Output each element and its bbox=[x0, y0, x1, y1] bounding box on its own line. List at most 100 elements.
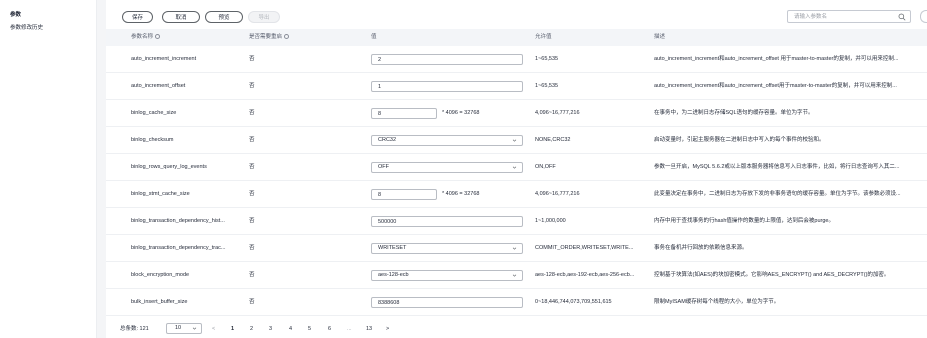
page-size-select[interactable]: 10 bbox=[166, 323, 202, 334]
table-row: binlog_transaction_dependency_hist... 否 1~… bbox=[106, 208, 927, 235]
parameter-description: 控制基于块算法(如AES)的块加密模式。它影响AES_ENCRYPT() and… bbox=[654, 272, 890, 278]
page-item-5[interactable]: 5 bbox=[308, 322, 311, 336]
refresh-button[interactable] bbox=[920, 10, 927, 23]
parameter-description: 此变量决定在事务中，二进制日志为存放下发的非事务语句的缓存容量。单位为字节。该参… bbox=[654, 191, 901, 197]
allowed-values: 4,096~16,777,216 bbox=[535, 110, 580, 116]
value-input[interactable] bbox=[371, 81, 523, 92]
page-ellipsis[interactable]: ... bbox=[347, 322, 352, 336]
table-row: auto_increment_offset 否 1~65,535 auto_incre… bbox=[106, 73, 927, 100]
parameter-name: bulk_insert_buffer_size bbox=[131, 299, 188, 305]
parameter-name: binlog_stmt_cache_size bbox=[131, 191, 190, 197]
sort-icon[interactable] bbox=[284, 33, 290, 39]
allowed-values: 1~65,535 bbox=[535, 83, 559, 89]
page-item-4[interactable]: 4 bbox=[289, 322, 292, 336]
search-input[interactable] bbox=[794, 11, 894, 22]
chevron-down-icon bbox=[192, 327, 197, 330]
column-header-allowed: 允许值 bbox=[535, 34, 552, 40]
column-header-value: 值 bbox=[371, 34, 377, 40]
cancel-button[interactable]: 取消 bbox=[162, 11, 200, 23]
restart-required: 否 bbox=[249, 272, 255, 278]
export-button[interactable]: 导出 bbox=[248, 11, 280, 23]
chevron-down-icon bbox=[512, 247, 517, 250]
preview-button[interactable]: 预览 bbox=[205, 11, 243, 23]
chevron-down-icon bbox=[512, 139, 517, 142]
save-button[interactable]: 保存 bbox=[122, 11, 153, 23]
value-unit-formula: * 4096 = 32768 bbox=[442, 191, 480, 197]
value-input[interactable] bbox=[371, 189, 437, 200]
parameter-description: 启动变量时，引起主服务器在二进制日志中写入的每个事件的校验和。 bbox=[654, 137, 825, 143]
parameter-description: 限制MyISAM缓存树每个线程的大小，单位为字节。 bbox=[654, 299, 780, 305]
table-row: binlog_transaction_dependency_trac... 否 WR… bbox=[106, 235, 927, 262]
parameter-description: auto_increment_increment和auto_increment_… bbox=[654, 83, 897, 89]
next-page-button[interactable]: > bbox=[386, 322, 389, 336]
value-unit-formula: * 4096 = 32768 bbox=[442, 110, 480, 116]
sidebar-item-parameters[interactable]: 参数 bbox=[10, 10, 21, 18]
page-item-1[interactable]: 1 bbox=[231, 322, 234, 336]
table-row: auto_increment_increment 否 1~65,535 auto_in… bbox=[106, 46, 927, 73]
sidebar: 参数 参数修改历史 bbox=[0, 0, 97, 338]
parameter-description: 在事务中，为二进制日志存储SQL语句的缓存容量。单位为字节。 bbox=[654, 110, 814, 116]
table-row: binlog_stmt_cache_size 否 * 4096 = 32768 4,0… bbox=[106, 181, 927, 208]
value-select-text: WRITESET bbox=[378, 245, 407, 251]
value-select-text: OFF bbox=[378, 164, 389, 170]
column-header-restart[interactable]: 是否需要重启 bbox=[249, 29, 290, 46]
value-select-text: CRC32 bbox=[378, 137, 397, 143]
parameter-name: binlog_transaction_dependency_hist... bbox=[131, 218, 225, 224]
value-input[interactable] bbox=[371, 54, 523, 65]
chevron-down-icon bbox=[512, 166, 517, 169]
restart-required: 否 bbox=[249, 245, 255, 251]
parameter-name: binlog_rows_query_log_events bbox=[131, 164, 207, 170]
table-row: binlog_cache_size 否 * 4096 = 32768 4,096~16… bbox=[106, 100, 927, 127]
restart-required: 否 bbox=[249, 83, 255, 89]
parameter-name: binlog_cache_size bbox=[131, 110, 177, 116]
search-icon[interactable] bbox=[898, 13, 906, 21]
table-row: block_encryption_mode 否 aes-128-ecb aes-128… bbox=[106, 262, 927, 289]
value-select[interactable]: WRITESET bbox=[371, 243, 523, 254]
restart-required: 否 bbox=[249, 164, 255, 170]
value-input[interactable] bbox=[371, 216, 523, 227]
sort-icon[interactable] bbox=[155, 33, 161, 39]
value-select[interactable]: OFF bbox=[371, 162, 523, 173]
parameter-description: 内存中用于查找事务的行hash值操作的数量的上限值，达到后会被purge。 bbox=[654, 218, 834, 224]
table-row: bulk_insert_buffer_size 否 0~18,446,744,073… bbox=[106, 289, 927, 316]
restart-required: 否 bbox=[249, 191, 255, 197]
allowed-values: COMMIT_ORDER,WRITESET,WRITE... bbox=[535, 245, 634, 251]
page-item-2[interactable]: 2 bbox=[250, 322, 253, 336]
parameter-name: auto_increment_offset bbox=[131, 83, 186, 89]
table-row: binlog_rows_query_log_events 否 OFF ON,OFF 参数… bbox=[106, 154, 927, 181]
allowed-values: ON,OFF bbox=[535, 164, 556, 170]
parameter-description: 事务在备机并行回放的依赖信息来源。 bbox=[654, 245, 748, 251]
parameter-name: auto_increment_increment bbox=[131, 56, 197, 62]
value-select[interactable]: CRC32 bbox=[371, 135, 523, 146]
parameter-name: binlog_checksum bbox=[131, 137, 174, 143]
allowed-values: 0~18,446,744,073,709,551,615 bbox=[535, 299, 612, 305]
search-box bbox=[787, 10, 911, 23]
allowed-values: aes-128-ecb,aes-192-ecb,aes-256-ecb... bbox=[535, 272, 635, 278]
pagination-total: 总条数: 121 bbox=[120, 326, 149, 332]
value-select-text: aes-128-ecb bbox=[378, 272, 409, 278]
sidebar-item-parameter-history[interactable]: 参数修改历史 bbox=[10, 23, 43, 31]
value-select[interactable]: aes-128-ecb bbox=[371, 270, 523, 281]
column-header-description: 描述 bbox=[654, 34, 666, 40]
prev-page-button[interactable]: < bbox=[212, 322, 215, 336]
allowed-values: 4,096~16,777,216 bbox=[535, 191, 580, 197]
page-item-13[interactable]: 13 bbox=[366, 322, 372, 336]
parameter-description: 参数一旦开启，MySQL 5.6.2或以上版本服务器将信息写入日志事件，比如，将… bbox=[654, 164, 900, 170]
pagination: 总条数: 121 10 < 1 2 3 4 5 6 ... 13 > bbox=[120, 322, 520, 336]
page-size-value: 10 bbox=[175, 325, 182, 331]
restart-required: 否 bbox=[249, 110, 255, 116]
restart-required: 否 bbox=[249, 56, 255, 62]
parameter-name: binlog_transaction_dependency_trac... bbox=[131, 245, 226, 251]
allowed-values: NONE,CRC32 bbox=[535, 137, 571, 143]
value-input[interactable] bbox=[371, 108, 437, 119]
value-input[interactable] bbox=[371, 297, 523, 308]
page-item-3[interactable]: 3 bbox=[269, 322, 272, 336]
chevron-down-icon bbox=[512, 274, 517, 277]
restart-required: 否 bbox=[249, 137, 255, 143]
parameter-name: block_encryption_mode bbox=[131, 272, 190, 278]
allowed-values: 1~1,000,000 bbox=[535, 218, 566, 224]
restart-required: 否 bbox=[249, 218, 255, 224]
column-header-name[interactable]: 参数名称 bbox=[131, 29, 161, 46]
page-item-6[interactable]: 6 bbox=[328, 322, 331, 336]
main-panel: 保存 取消 预览 导出 参数名称 是否需要重启 值 允许值 描述 auto_in… bbox=[106, 0, 927, 338]
